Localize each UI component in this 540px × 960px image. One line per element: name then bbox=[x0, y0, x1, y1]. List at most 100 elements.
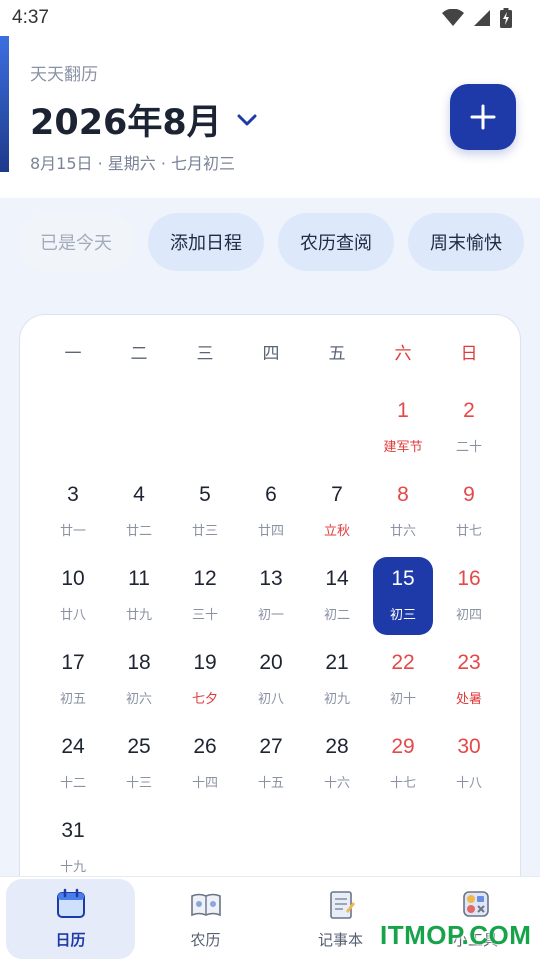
day-number: 31 bbox=[61, 819, 85, 842]
day-cell[interactable]: 1 建军节 bbox=[373, 389, 433, 467]
day-cell[interactable]: 25 十三 bbox=[109, 725, 169, 803]
nav-lunar[interactable]: 农历 bbox=[141, 879, 270, 959]
month-title: 2026年8月 bbox=[30, 103, 222, 143]
weekday-label: 三 bbox=[196, 344, 214, 364]
day-cell[interactable]: 22 初十 bbox=[373, 641, 433, 719]
month-selector[interactable]: 2026年8月 bbox=[30, 94, 258, 145]
day-cell[interactable]: 12 三十 bbox=[175, 557, 235, 635]
lunar-date-label: 二十 bbox=[455, 440, 482, 455]
day-number: 23 bbox=[457, 651, 481, 674]
day-cell[interactable]: 6 廿四 bbox=[241, 473, 301, 551]
day-cell[interactable]: 24 十二 bbox=[43, 725, 103, 803]
main-content: 已是今天 添加日程 农历查阅 周末愉快 一 二 三 四 五 六 日 1 建军节 2 二… bbox=[0, 198, 540, 876]
day-cell[interactable]: 27 十五 bbox=[241, 725, 301, 803]
chip-weekend[interactable]: 周末愉快 bbox=[408, 213, 524, 271]
selected-date-line: 8月15日 · 星期六 · 七月初三 bbox=[30, 154, 236, 173]
lunar-date-label: 初六 bbox=[125, 692, 152, 707]
lunar-date-label: 初一 bbox=[257, 608, 284, 623]
day-number: 6 bbox=[265, 483, 277, 506]
notebook-icon bbox=[329, 891, 355, 919]
status-bar: 4:37 bbox=[0, 0, 540, 36]
day-cell[interactable]: 30 十八 bbox=[439, 725, 499, 803]
day-number: 24 bbox=[61, 735, 85, 758]
day-cell[interactable]: 18 初六 bbox=[109, 641, 169, 719]
day-number: 17 bbox=[61, 651, 85, 674]
lunar-date-label: 廿九 bbox=[125, 608, 152, 623]
lunar-date-label: 十五 bbox=[257, 776, 284, 791]
lunar-date-label: 十三 bbox=[125, 776, 152, 791]
day-cell-selected[interactable]: 15 初三 bbox=[373, 557, 433, 635]
accent-bar bbox=[0, 36, 9, 172]
day-cell[interactable]: 5 廿三 bbox=[175, 473, 235, 551]
nav-label: 农历 bbox=[190, 931, 221, 949]
day-cell[interactable]: 19 七夕 bbox=[175, 641, 235, 719]
lunar-date-label: 初五 bbox=[59, 692, 86, 707]
day-number: 11 bbox=[128, 567, 150, 590]
lunar-date-label: 廿二 bbox=[125, 524, 152, 539]
calendar-icon bbox=[56, 888, 85, 918]
day-cell[interactable]: 29 十七 bbox=[373, 725, 433, 803]
day-cell[interactable]: 31 十九 bbox=[43, 809, 103, 876]
day-number: 2 bbox=[463, 399, 475, 422]
day-number: 8 bbox=[397, 483, 409, 506]
day-cell[interactable]: 13 初一 bbox=[241, 557, 301, 635]
plus-icon bbox=[470, 104, 496, 130]
day-cell[interactable]: 9 廿七 bbox=[439, 473, 499, 551]
watermark: ITMOP.COM bbox=[380, 920, 532, 950]
day-number: 13 bbox=[259, 567, 283, 590]
day-number: 3 bbox=[67, 483, 79, 506]
day-number: 16 bbox=[457, 567, 481, 590]
empty-day-cell bbox=[106, 389, 172, 473]
status-time: 4:37 bbox=[12, 7, 49, 28]
day-number: 18 bbox=[127, 651, 151, 674]
lunar-date-label: 十四 bbox=[191, 776, 218, 791]
day-cell[interactable]: 17 初五 bbox=[43, 641, 103, 719]
day-cell[interactable]: 7 立秋 bbox=[307, 473, 367, 551]
day-number: 10 bbox=[61, 567, 85, 590]
day-number: 29 bbox=[391, 735, 415, 758]
lunar-date-label: 初九 bbox=[323, 692, 350, 707]
battery-charging-icon bbox=[500, 8, 512, 28]
day-cell[interactable]: 10 廿八 bbox=[43, 557, 103, 635]
lunar-date-label: 廿八 bbox=[59, 608, 86, 623]
festival-label: 立秋 bbox=[323, 524, 350, 539]
lunar-date-label: 十六 bbox=[323, 776, 350, 791]
day-cell[interactable]: 3 廿一 bbox=[43, 473, 103, 551]
chip-today[interactable]: 已是今天 bbox=[18, 213, 134, 271]
add-event-button[interactable] bbox=[450, 84, 516, 150]
day-cell[interactable]: 11 廿九 bbox=[109, 557, 169, 635]
festival-label: 建军节 bbox=[383, 440, 423, 455]
day-cell[interactable]: 20 初八 bbox=[241, 641, 301, 719]
lunar-date-label: 初八 bbox=[257, 692, 284, 707]
empty-day-cell bbox=[238, 389, 304, 473]
lunar-date-label: 廿四 bbox=[257, 524, 284, 539]
nav-label: 日历 bbox=[55, 931, 86, 949]
day-cell[interactable]: 28 十六 bbox=[307, 725, 367, 803]
day-cell[interactable]: 23 处暑 bbox=[439, 641, 499, 719]
day-number: 5 bbox=[199, 483, 211, 506]
wifi-icon bbox=[442, 9, 464, 26]
lunar-date-label: 初二 bbox=[323, 608, 350, 623]
lunar-date-label: 初四 bbox=[455, 608, 482, 623]
day-cell[interactable]: 21 初九 bbox=[307, 641, 367, 719]
nav-calendar[interactable]: 日历 bbox=[6, 879, 135, 959]
empty-day-cell bbox=[40, 389, 106, 473]
almanac-book-icon bbox=[190, 893, 221, 917]
lunar-date-label: 廿三 bbox=[191, 524, 218, 539]
lunar-date-label: 十二 bbox=[59, 776, 86, 791]
chip-add-schedule[interactable]: 添加日程 bbox=[148, 213, 264, 271]
day-cell[interactable]: 16 初四 bbox=[439, 557, 499, 635]
chip-lunar-lookup[interactable]: 农历查阅 bbox=[278, 213, 394, 271]
day-cell[interactable]: 4 廿二 bbox=[109, 473, 169, 551]
weekday-label: 二 bbox=[130, 344, 148, 364]
day-cell[interactable]: 26 十四 bbox=[175, 725, 235, 803]
quick-action-chips: 已是今天 添加日程 农历查阅 周末愉快 bbox=[18, 213, 524, 271]
weekday-label: 一 bbox=[64, 344, 82, 364]
day-cell[interactable]: 8 廿六 bbox=[373, 473, 433, 551]
day-cell[interactable]: 2 二十 bbox=[439, 389, 499, 467]
lunar-date-label: 廿六 bbox=[389, 524, 416, 539]
day-cell[interactable]: 14 初二 bbox=[307, 557, 367, 635]
calendar-card: 一 二 三 四 五 六 日 1 建军节 2 二十 3 廿一 4 廿二 5 廿三 6 廿四 7 立秋 8 廿六 9… bbox=[19, 314, 521, 876]
lunar-date-label: 三十 bbox=[191, 608, 218, 623]
cellular-signal-icon bbox=[474, 10, 490, 26]
